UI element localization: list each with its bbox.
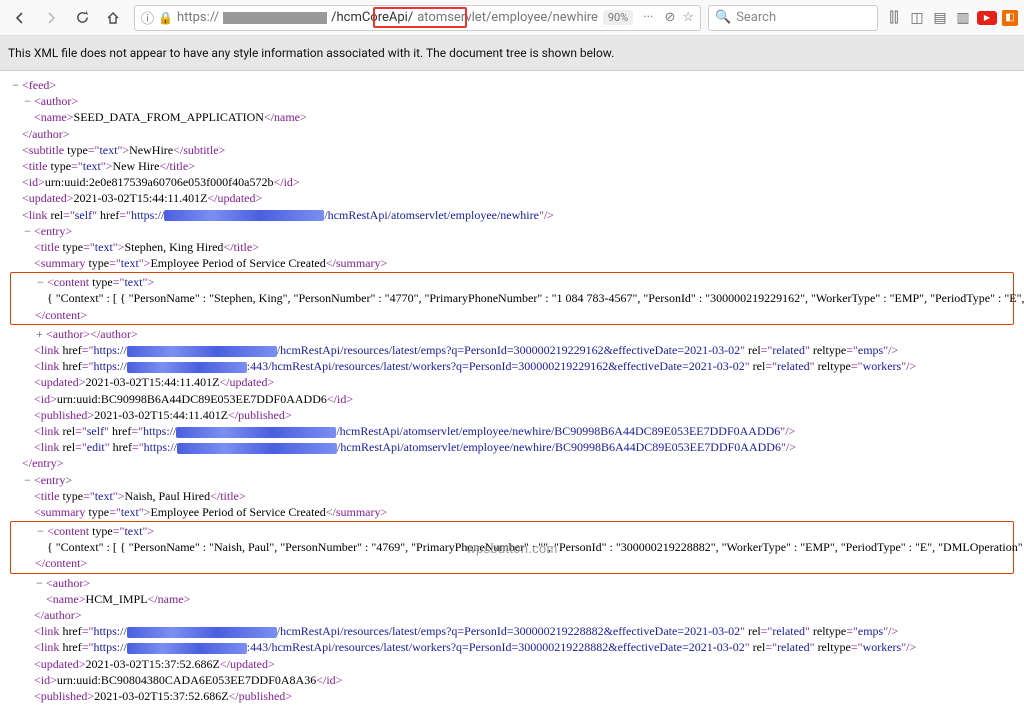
url-path2: atomservlet/employee/newhire <box>417 10 598 25</box>
search-icon: 🔍 <box>715 10 731 25</box>
expander-icon[interactable]: − <box>22 472 33 488</box>
home-button[interactable] <box>99 4 127 32</box>
xml-info-bar: This XML file does not appear to have an… <box>0 36 1024 71</box>
info-icon: ⓘ <box>141 8 154 27</box>
xml-tree: −<feed> −<author> <name>SEED_DATA_FROM_A… <box>0 71 1024 724</box>
ext-orange-icon[interactable]: ◧ <box>1002 10 1018 26</box>
expander-icon[interactable]: − <box>35 523 46 539</box>
lock-icon: 🔒 <box>158 11 173 25</box>
expander-icon[interactable]: − <box>10 77 21 93</box>
expander-icon[interactable]: + <box>34 326 45 342</box>
sidebar-icon[interactable]: ◫ <box>908 9 926 27</box>
expander-icon[interactable]: − <box>34 575 45 591</box>
forward-button[interactable] <box>37 4 65 32</box>
zoom-level[interactable]: 90% <box>603 10 633 25</box>
ext-icon-1[interactable]: ▤ <box>931 9 949 27</box>
search-box[interactable]: 🔍 Search <box>708 5 878 31</box>
expander-icon[interactable]: − <box>22 223 33 239</box>
bookmark-star-icon[interactable]: ☆ <box>682 10 694 25</box>
toolbar-right-icons: ⫿⫿ ◫ ▤ ▥ ▶ ◧ <box>885 9 1018 27</box>
expander-icon[interactable]: − <box>22 93 33 109</box>
url-bar[interactable]: ⓘ 🔒 https:// /hcmCoreApi/atomservlet/emp… <box>134 5 701 31</box>
reload-button[interactable] <box>68 4 96 32</box>
page-actions-icon[interactable]: ··· <box>643 10 653 25</box>
highlight-box-1: −<content type="text"> { "Context" : [ {… <box>10 272 1014 325</box>
url-domain-blurred <box>223 12 327 24</box>
watermark: wpsbutton.com <box>466 541 557 556</box>
search-placeholder: Search <box>736 10 776 25</box>
url-proto: https:// <box>177 10 219 25</box>
ext-icon-2[interactable]: ▥ <box>954 9 972 27</box>
reader-icon[interactable]: ⊘ <box>664 10 675 25</box>
youtube-icon[interactable]: ▶ <box>977 11 997 25</box>
back-button[interactable] <box>6 4 34 32</box>
browser-toolbar: ⓘ 🔒 https:// /hcmCoreApi/atomservlet/emp… <box>0 0 1024 36</box>
expander-icon[interactable]: − <box>35 274 46 290</box>
url-path1: /hcmCoreApi/ <box>331 10 413 25</box>
library-icon[interactable]: ⫿⫿ <box>885 9 903 27</box>
